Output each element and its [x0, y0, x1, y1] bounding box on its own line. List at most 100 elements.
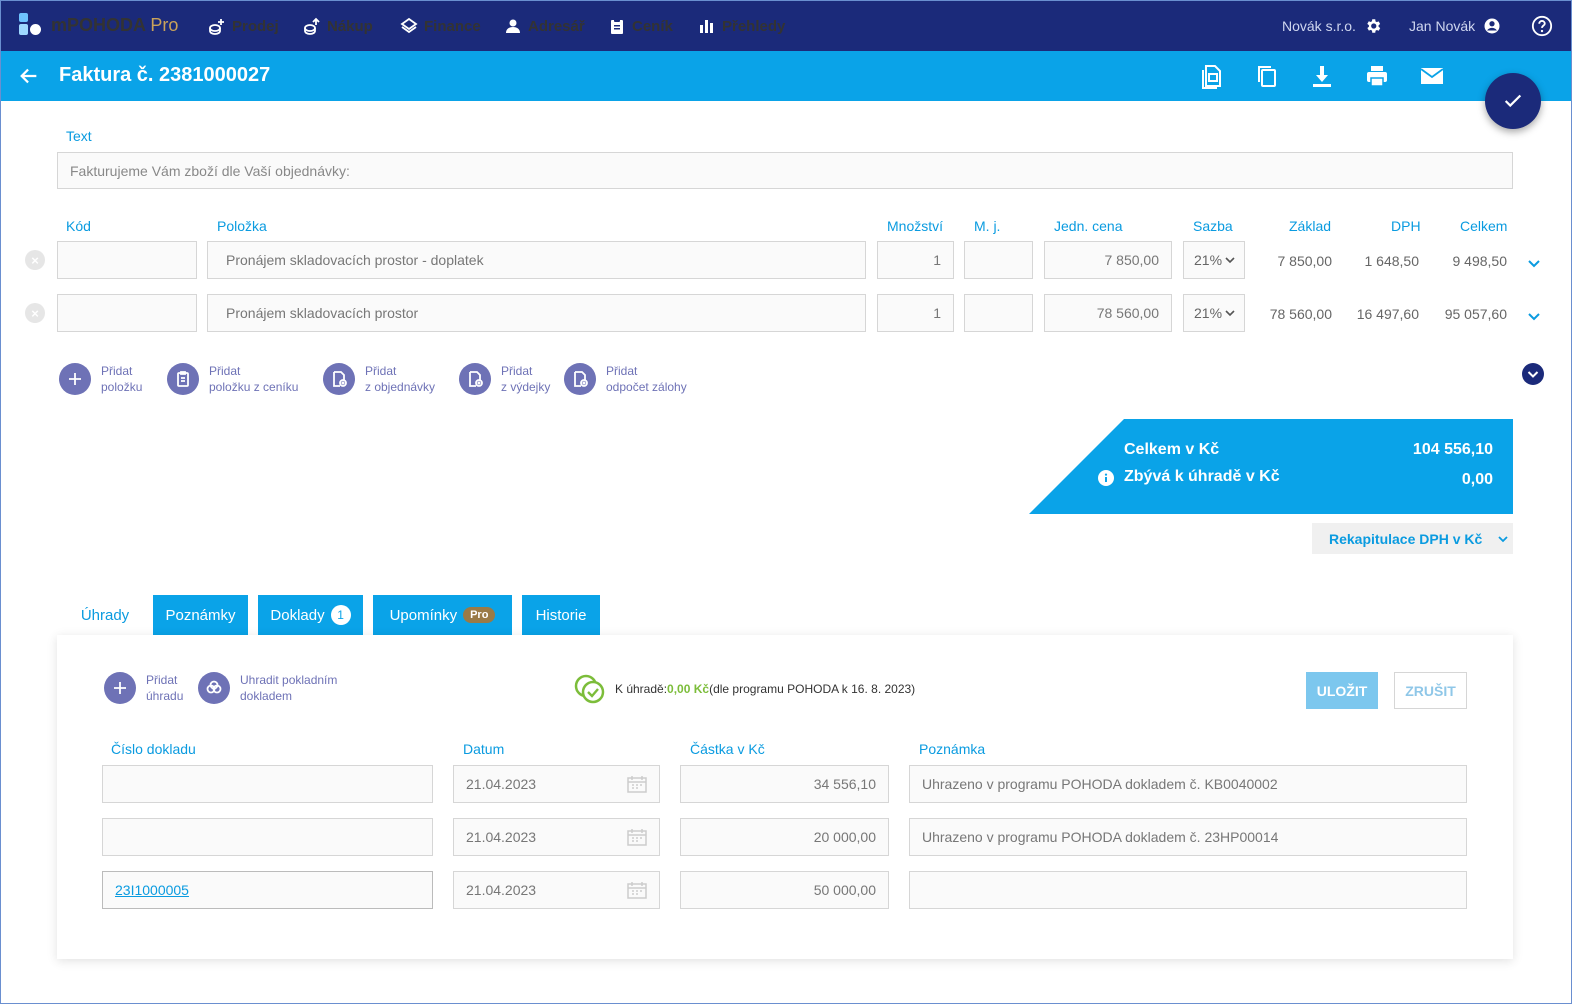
item-qty-input[interactable]: 1: [877, 294, 954, 332]
tab-label: Poznámky: [165, 606, 236, 624]
remaining-label: Zbývá k úhradě v Kč: [1124, 468, 1280, 485]
calendar-icon[interactable]: [627, 828, 647, 846]
note-input[interactable]: Uhrazeno v programu POHODA dokladem č. K…: [909, 765, 1467, 803]
doc-number-link[interactable]: 23I1000005: [115, 882, 189, 898]
email-button[interactable]: [1419, 63, 1445, 89]
item-code-input[interactable]: [57, 241, 197, 279]
text-label: Text: [66, 128, 92, 144]
vat-rate-select[interactable]: 21%: [1183, 294, 1245, 332]
nav-adresar[interactable]: Adresář: [504, 1, 585, 51]
item-qty-input[interactable]: 1: [877, 241, 954, 279]
help-button[interactable]: [1531, 1, 1553, 51]
copy-button[interactable]: [1254, 63, 1280, 89]
document-add-icon: [323, 363, 355, 395]
item-code-input[interactable]: [57, 294, 197, 332]
print-button[interactable]: [1364, 63, 1390, 89]
save-button[interactable]: ULOŽIT: [1306, 672, 1378, 709]
pro-badge: Pro: [463, 607, 496, 623]
info-icon[interactable]: [1098, 470, 1114, 491]
tab-label: Upomínky: [389, 606, 458, 624]
expand-row-button[interactable]: [1523, 252, 1545, 274]
amount-input[interactable]: 50 000,00: [680, 871, 889, 909]
item-unit-input[interactable]: [964, 294, 1033, 332]
nav-finance[interactable]: Finance: [400, 1, 481, 51]
date-value: 21.04.2023: [466, 829, 537, 845]
download-icon: [1313, 66, 1331, 87]
clipboard-icon: [167, 363, 199, 395]
tab-label: Doklady: [270, 606, 325, 624]
tab-historie[interactable]: Historie: [522, 595, 600, 635]
add-from-delivery-button[interactable]: Přidat z výdejky: [459, 363, 550, 395]
action-label: položku z ceníku: [209, 380, 299, 394]
tab-upominky[interactable]: Upomínky Pro: [373, 595, 512, 635]
item-price-input[interactable]: 78 560,00: [1044, 294, 1172, 332]
add-payment-button[interactable]: Přidat úhradu: [104, 672, 183, 704]
add-from-order-button[interactable]: Přidat z objednávky: [323, 363, 435, 395]
doc-number-input[interactable]: 23I1000005: [102, 871, 433, 909]
item-vat: 1 648,50: [1364, 253, 1420, 269]
brand-name: mPOHODA: [51, 14, 146, 35]
item-price-input[interactable]: 7 850,00: [1044, 241, 1172, 279]
account-circle-icon: [1484, 18, 1500, 34]
page-title: Faktura č. 2381000027: [59, 64, 271, 86]
pay-cash-document-button[interactable]: Uhradit pokladním dokladem: [198, 672, 337, 704]
col-qty: Množství: [887, 218, 944, 234]
item-total: 95 057,60: [1444, 306, 1507, 322]
cancel-button[interactable]: ZRUŠIT: [1394, 672, 1467, 709]
nav-label: Nákup: [327, 17, 373, 35]
date-input[interactable]: 21.04.2023: [453, 818, 660, 856]
amount-input[interactable]: 34 556,10: [680, 765, 889, 803]
remove-row-button[interactable]: ×: [25, 250, 45, 270]
tab-uhrady[interactable]: Úhrady: [68, 595, 142, 635]
action-label: dokladem: [240, 689, 293, 703]
note-input[interactable]: Uhrazeno v programu POHODA dokladem č. 2…: [909, 818, 1467, 856]
item-name-input[interactable]: Pronájem skladovacích prostor - doplatek: [207, 241, 866, 279]
calendar-icon[interactable]: [627, 881, 647, 899]
download-button[interactable]: [1309, 63, 1335, 89]
clipboard-icon: [611, 18, 623, 34]
item-base: 7 850,00: [1277, 253, 1333, 269]
col-base: Základ: [1289, 218, 1332, 234]
nav-label: Adresář: [528, 17, 585, 35]
amount-input[interactable]: 20 000,00: [680, 818, 889, 856]
vat-recap-toggle[interactable]: Rekapitulace DPH v Kč: [1312, 523, 1513, 554]
date-input[interactable]: 21.04.2023: [453, 871, 660, 909]
nav-prehledy[interactable]: Přehledy: [698, 1, 785, 51]
chevron-down-icon: [1225, 310, 1235, 317]
add-from-pricelist-button[interactable]: Přidat položku z ceníku: [167, 363, 298, 395]
remaining-value: 0,00: [1461, 471, 1493, 488]
item-name-input[interactable]: Pronájem skladovacích prostor: [207, 294, 866, 332]
add-deposit-deduction-button[interactable]: Přidat odpočet zálohy: [564, 363, 687, 395]
doc-number-input[interactable]: [102, 765, 433, 803]
add-item-button[interactable]: Přidat položku: [59, 363, 142, 395]
qr-document-icon: [1202, 65, 1221, 89]
user-menu[interactable]: Jan Novák: [1409, 1, 1501, 51]
user-name: Jan Novák: [1409, 18, 1476, 34]
note-input[interactable]: [909, 871, 1467, 909]
confirm-fab-button[interactable]: [1485, 73, 1541, 129]
nav-prodej[interactable]: Prodej: [208, 1, 279, 51]
tab-doklady[interactable]: Doklady 1: [258, 595, 363, 635]
remove-row-button[interactable]: ×: [25, 303, 45, 323]
back-button[interactable]: [18, 65, 40, 92]
due-label: K úhradě:: [615, 682, 668, 696]
date-input[interactable]: 21.04.2023: [453, 765, 660, 803]
expand-all-button[interactable]: [1522, 363, 1544, 390]
company-selector[interactable]: Novák s.r.o.: [1282, 1, 1382, 51]
tab-poznamky[interactable]: Poznámky: [153, 595, 248, 635]
nav-nakup[interactable]: Nákup: [303, 1, 373, 51]
pdf-button[interactable]: [1199, 63, 1225, 89]
text-input[interactable]: Fakturujeme Vám zboží dle Vaší objednávk…: [57, 152, 1513, 189]
brand-logo[interactable]: mPOHODA Pro: [19, 13, 178, 37]
item-vat: 16 497,60: [1356, 306, 1419, 322]
tab-label: Úhrady: [80, 606, 130, 624]
action-label: z výdejky: [501, 380, 551, 394]
expand-row-button[interactable]: [1523, 305, 1545, 327]
calendar-icon[interactable]: [627, 775, 647, 793]
nav-cenik[interactable]: Ceník: [608, 1, 673, 51]
paid-check-icon: [574, 674, 605, 704]
vat-rate-select[interactable]: 21%: [1183, 241, 1245, 279]
doc-number-input[interactable]: [102, 818, 433, 856]
item-unit-input[interactable]: [964, 241, 1033, 279]
chevron-down-icon: [1225, 257, 1235, 264]
